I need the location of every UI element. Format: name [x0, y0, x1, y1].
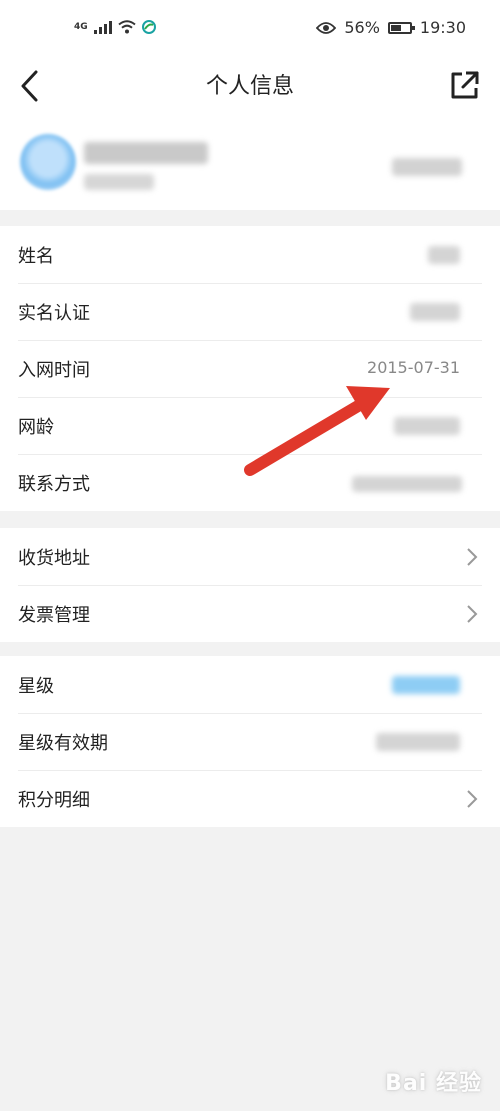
row-real-name-verification[interactable]: 实名认证 — [0, 283, 500, 340]
row-label: 实名认证 — [18, 303, 90, 324]
row-label: 收货地址 — [18, 548, 90, 569]
row-label: 联系方式 — [18, 474, 90, 495]
join-date-value: 2015-07-31 — [367, 358, 460, 377]
network-age-value-blurred — [394, 417, 460, 435]
network-type-label: 4G — [74, 21, 88, 32]
star-points-group: 星级 星级有效期 积分明细 — [0, 656, 500, 827]
share-button[interactable] — [448, 68, 482, 102]
user-subtitle-blurred — [84, 174, 154, 190]
row-invoice-management[interactable]: 发票管理 — [0, 585, 500, 642]
row-label: 姓名 — [18, 246, 54, 267]
nav-bar: 个人信息 — [0, 56, 500, 116]
profile-card[interactable] — [0, 116, 500, 210]
verification-value-blurred — [410, 303, 460, 321]
row-network-age[interactable]: 网龄 — [0, 397, 500, 454]
status-bar: 4G 56% 19:30 — [0, 0, 500, 56]
status-left: 4G — [74, 20, 156, 34]
row-label: 星级有效期 — [18, 733, 108, 754]
page-title: 个人信息 — [205, 74, 294, 99]
battery-percent: 56% — [344, 18, 380, 37]
row-contact[interactable]: 联系方式 — [0, 454, 500, 511]
row-label: 发票管理 — [18, 605, 90, 626]
chevron-right-icon — [467, 790, 478, 808]
status-right: 56% 19:30 — [316, 18, 466, 37]
wifi-icon — [118, 20, 136, 34]
row-label: 星级 — [18, 676, 54, 697]
chevron-right-icon — [467, 548, 478, 566]
row-points-detail[interactable]: 积分明细 — [0, 770, 500, 827]
battery-icon — [387, 21, 415, 34]
star-level-value-blurred — [392, 676, 460, 694]
row-label: 入网时间 — [18, 360, 90, 381]
username-blurred — [84, 142, 208, 164]
row-network-join-date[interactable]: 入网时间 2015-07-31 — [0, 340, 500, 397]
external-share-icon — [451, 71, 479, 99]
row-star-validity[interactable]: 星级有效期 — [0, 713, 500, 770]
shipping-invoice-group: 收货地址 发票管理 — [0, 528, 500, 642]
baidu-jingyan-watermark: Bai 经验 — [385, 1071, 482, 1096]
status-time: 19:30 — [419, 18, 466, 37]
avatar — [20, 134, 76, 190]
chevron-right-icon — [467, 605, 478, 623]
profile-extra-blurred — [392, 158, 462, 176]
eye-icon — [316, 21, 337, 34]
row-shipping-address[interactable]: 收货地址 — [0, 528, 500, 585]
carrier-app-icon — [141, 20, 156, 34]
row-name[interactable]: 姓名 — [0, 226, 500, 283]
row-label: 网龄 — [18, 417, 54, 438]
name-value-blurred — [428, 246, 460, 264]
row-label: 积分明细 — [18, 790, 90, 811]
basic-info-group: 姓名 实名认证 入网时间 2015-07-31 网龄 联系方式 — [0, 226, 500, 511]
cellular-signal-icon — [93, 20, 112, 34]
star-validity-value-blurred — [376, 733, 460, 751]
row-star-level[interactable]: 星级 — [0, 656, 500, 713]
battery-fill — [390, 24, 401, 31]
contact-value-blurred — [352, 476, 462, 492]
